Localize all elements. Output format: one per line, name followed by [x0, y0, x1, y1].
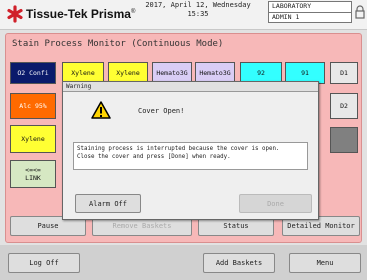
dialog-title: Warning	[63, 82, 318, 92]
station-o2-confi[interactable]: O2 Confi	[10, 62, 56, 84]
alarm-off-button[interactable]: Alarm Off	[75, 194, 141, 213]
asterisk-logo-icon	[7, 5, 23, 23]
time-text: 15:35	[187, 10, 209, 18]
station-d1[interactable]: D1	[330, 62, 358, 84]
station-d2[interactable]: D2	[330, 93, 358, 119]
datetime-display: 2017, April 12, Wednesday 15:35	[128, 1, 268, 19]
warning-triangle-icon	[91, 101, 111, 119]
menu-button[interactable]: Menu	[289, 253, 361, 273]
date-text: 2017, April 12, Wednesday	[145, 1, 251, 9]
station-xylene-left[interactable]: Xylene	[10, 125, 56, 153]
header-bar: Tissue-Tek Prisma® 2017, April 12, Wedne…	[0, 0, 367, 30]
warning-dialog: Warning Cover Open! Staining process is …	[62, 81, 319, 220]
lock-icon[interactable]	[355, 5, 365, 19]
log-off-button[interactable]: Log Off	[8, 253, 80, 273]
add-baskets-button[interactable]: Add Baskets	[203, 253, 275, 273]
dialog-message: Staining process is interrupted because …	[73, 142, 308, 170]
station-empty-dark[interactable]	[330, 127, 358, 153]
brand-title: Tissue-Tek Prisma®	[26, 7, 136, 21]
done-button[interactable]: Done	[239, 194, 312, 213]
account-box[interactable]: LABORATORY ADMIN 1	[268, 1, 352, 23]
panel-title: Stain Process Monitor (Continuous Mode)	[12, 39, 224, 49]
account-group: LABORATORY	[272, 2, 312, 10]
station-alc-95[interactable]: Alc 95%	[10, 93, 56, 119]
dialog-heading: Cover Open!	[138, 107, 185, 115]
account-user: ADMIN 1	[272, 13, 300, 21]
link-button[interactable]: <=<= LINK	[10, 160, 56, 188]
